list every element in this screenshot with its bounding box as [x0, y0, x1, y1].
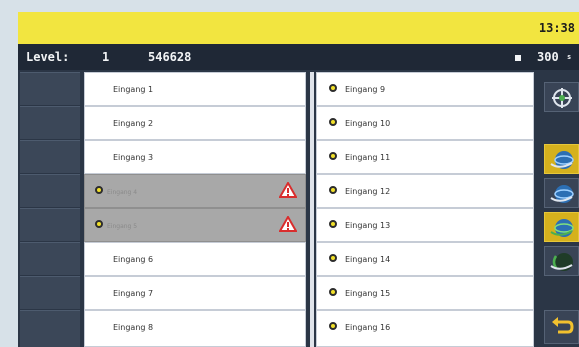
input-label: Eingang 14 [345, 255, 391, 264]
left-strip-cell [20, 276, 80, 309]
crosshair-icon [552, 88, 572, 108]
status-dot-icon [95, 186, 103, 194]
level-label: Level: [26, 50, 70, 64]
globe-button-2[interactable] [544, 178, 579, 208]
globe-button-3[interactable] [544, 212, 579, 242]
status-dot-icon [329, 288, 337, 296]
info-bar: Level: 1 546628 300 s [18, 44, 579, 70]
input-button-4[interactable]: Eingang 4 [84, 174, 306, 208]
level-value: 1 [102, 50, 110, 64]
counter-value: 300 [537, 50, 559, 64]
left-strip-cell [20, 140, 80, 173]
status-dot-icon [95, 220, 103, 228]
input-button-10[interactable]: Eingang 10 [316, 106, 534, 140]
status-dot-icon [329, 186, 337, 194]
input-button-7[interactable]: Eingang 7 [84, 276, 306, 310]
input-button-9[interactable]: Eingang 9 [316, 72, 534, 106]
left-strip-cell [20, 208, 80, 241]
input-button-5[interactable]: Eingang 5 [84, 208, 306, 242]
input-label: Eingang 7 [113, 289, 154, 298]
hmi-screen: 13:38 Level: 1 546628 300 s Eingang 1 Ei… [18, 12, 579, 347]
input-label: Eingang 9 [345, 85, 386, 94]
right-toolbar [538, 72, 579, 347]
globe-button-1[interactable] [544, 144, 579, 174]
status-dot-icon [329, 220, 337, 228]
status-dot-icon [329, 254, 337, 262]
status-dot-icon [329, 152, 337, 160]
input-button-3[interactable]: Eingang 3 [84, 140, 306, 174]
back-button[interactable] [544, 310, 579, 344]
left-strip-cell [20, 72, 80, 105]
input-label: Eingang 6 [113, 255, 154, 264]
warning-icon [279, 182, 297, 198]
input-button-8[interactable]: Eingang 8 [84, 310, 306, 347]
left-strip-cell [20, 242, 80, 275]
globe-icon [550, 253, 573, 271]
input-button-14[interactable]: Eingang 14 [316, 242, 534, 276]
top-status-bar: 13:38 [18, 12, 579, 44]
status-dot-icon [329, 84, 337, 92]
left-strip [18, 72, 82, 347]
input-label: Eingang 12 [345, 187, 391, 196]
input-label: Eingang 1 [113, 85, 154, 94]
left-strip-cell [20, 174, 80, 207]
input-label: Eingang 5 [107, 223, 138, 230]
left-strip-cell [20, 310, 80, 347]
input-label: Eingang 13 [345, 221, 391, 230]
input-label: Eingang 16 [345, 323, 391, 332]
input-button-1[interactable]: Eingang 1 [84, 72, 306, 106]
left-strip-cell [20, 106, 80, 139]
globe-icon [550, 219, 574, 237]
globe-icon [550, 185, 574, 203]
input-button-12[interactable]: Eingang 12 [316, 174, 534, 208]
input-button-6[interactable]: Eingang 6 [84, 242, 306, 276]
input-label: Eingang 3 [113, 153, 154, 162]
warning-icon [279, 216, 297, 232]
input-button-15[interactable]: Eingang 15 [316, 276, 534, 310]
input-button-11[interactable]: Eingang 11 [316, 140, 534, 174]
globe-icon [550, 151, 574, 169]
input-label: Eingang 8 [113, 323, 154, 332]
input-label: Eingang 10 [345, 119, 391, 128]
input-label: Eingang 2 [113, 119, 154, 128]
input-label: Eingang 4 [107, 189, 138, 196]
column-divider [310, 72, 314, 347]
status-dot-icon [329, 322, 337, 330]
input-label: Eingang 11 [345, 153, 391, 162]
clock: 13:38 [538, 21, 575, 35]
input-button-13[interactable]: Eingang 13 [316, 208, 534, 242]
return-arrow-icon [552, 317, 574, 334]
counter-unit: s [567, 53, 572, 61]
square-icon [515, 55, 521, 61]
input-button-16[interactable]: Eingang 16 [316, 310, 534, 347]
input-button-2[interactable]: Eingang 2 [84, 106, 306, 140]
target-button[interactable] [544, 82, 579, 112]
input-label: Eingang 15 [345, 289, 391, 298]
code-value: 546628 [148, 50, 192, 64]
globe-button-4[interactable] [544, 246, 579, 276]
status-dot-icon [329, 118, 337, 126]
